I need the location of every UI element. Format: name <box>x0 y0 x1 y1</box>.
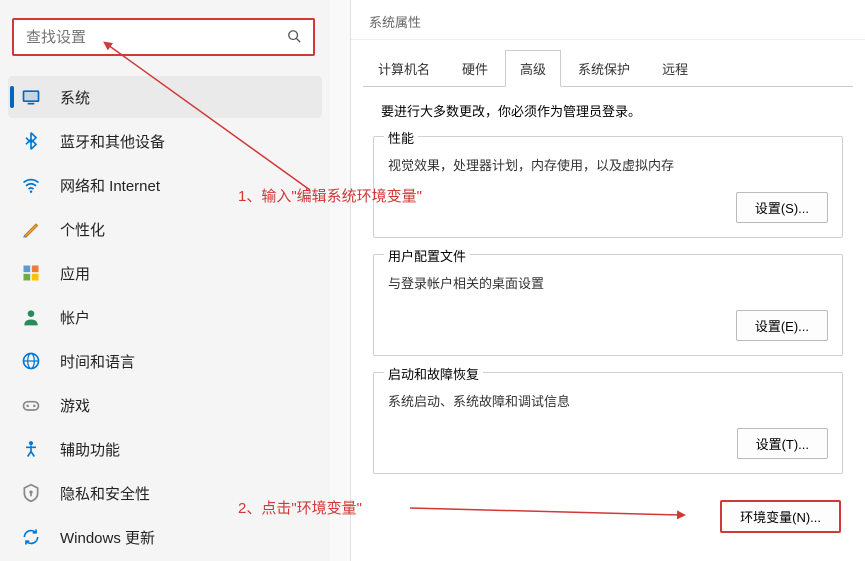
tab-hardware[interactable]: 硬件 <box>447 50 503 87</box>
accessibility-icon <box>20 438 42 460</box>
env-variables-button[interactable]: 环境变量(N)... <box>720 500 841 533</box>
nav-label: 应用 <box>60 263 90 284</box>
nav-label: 隐私和安全性 <box>60 483 150 504</box>
group-title: 性能 <box>384 128 418 147</box>
nav-label: 帐户 <box>60 307 90 328</box>
nav-item-bluetooth[interactable]: 蓝牙和其他设备 <box>8 120 322 162</box>
nav-item-update[interactable]: Windows 更新 <box>8 516 322 558</box>
dialog-title: 系统属性 <box>351 0 865 40</box>
group-title: 用户配置文件 <box>384 246 470 265</box>
startup-group: 启动和故障恢复 系统启动、系统故障和调试信息 设置(T)... <box>373 372 843 474</box>
nav-label: 时间和语言 <box>60 351 135 372</box>
system-icon <box>20 86 42 108</box>
nav-item-system[interactable]: 系统 <box>8 76 322 118</box>
apps-icon <box>20 262 42 284</box>
group-title: 启动和故障恢复 <box>384 364 483 383</box>
tabs: 计算机名 硬件 高级 系统保护 远程 <box>351 40 865 87</box>
settings-sidebar: 系统 蓝牙和其他设备 网络和 Internet 个性化 应用 <box>0 0 330 561</box>
brush-icon <box>20 218 42 240</box>
startup-settings-button[interactable]: 设置(T)... <box>737 428 828 459</box>
nav-label: 辅助功能 <box>60 439 120 460</box>
globe-icon <box>20 350 42 372</box>
nav-item-accounts[interactable]: 帐户 <box>8 296 322 338</box>
bluetooth-icon <box>20 130 42 152</box>
nav-label: 蓝牙和其他设备 <box>60 131 165 152</box>
person-icon <box>20 306 42 328</box>
nav-item-time-language[interactable]: 时间和语言 <box>8 340 322 382</box>
nav-label: 系统 <box>60 87 90 108</box>
tab-system-protection[interactable]: 系统保护 <box>563 50 645 87</box>
dialog-content: 要进行大多数更改，你必须作为管理员登录。 性能 视觉效果，处理器计划，内存使用，… <box>351 87 865 547</box>
nav-item-apps[interactable]: 应用 <box>8 252 322 294</box>
nav-label: Windows 更新 <box>60 527 155 548</box>
nav-item-network[interactable]: 网络和 Internet <box>8 164 322 206</box>
group-desc: 与登录帐户相关的桌面设置 <box>388 273 828 292</box>
wifi-icon <box>20 174 42 196</box>
performance-settings-button[interactable]: 设置(S)... <box>736 192 828 223</box>
tab-computer-name[interactable]: 计算机名 <box>363 50 445 87</box>
shield-icon <box>20 482 42 504</box>
search-icon <box>287 29 301 46</box>
update-icon <box>20 526 42 548</box>
system-properties-dialog: 系统属性 计算机名 硬件 高级 系统保护 远程 要进行大多数更改，你必须作为管理… <box>350 0 865 561</box>
tab-remote[interactable]: 远程 <box>647 50 703 87</box>
gamepad-icon <box>20 394 42 416</box>
nav-item-privacy[interactable]: 隐私和安全性 <box>8 472 322 514</box>
nav-item-personalization[interactable]: 个性化 <box>8 208 322 250</box>
nav-label: 游戏 <box>60 395 90 416</box>
search-input[interactable] <box>26 29 287 46</box>
nav-item-accessibility[interactable]: 辅助功能 <box>8 428 322 470</box>
tab-advanced[interactable]: 高级 <box>505 50 561 87</box>
search-box[interactable] <box>12 18 315 56</box>
userprofile-settings-button[interactable]: 设置(E)... <box>736 310 828 341</box>
group-desc: 系统启动、系统故障和调试信息 <box>388 391 828 410</box>
intro-text: 要进行大多数更改，你必须作为管理员登录。 <box>381 101 843 120</box>
nav-label: 网络和 Internet <box>60 175 160 196</box>
nav-label: 个性化 <box>60 219 105 240</box>
group-desc: 视觉效果，处理器计划，内存使用，以及虚拟内存 <box>388 155 828 174</box>
userprofile-group: 用户配置文件 与登录帐户相关的桌面设置 设置(E)... <box>373 254 843 356</box>
nav-list: 系统 蓝牙和其他设备 网络和 Internet 个性化 应用 <box>0 76 330 558</box>
performance-group: 性能 视觉效果，处理器计划，内存使用，以及虚拟内存 设置(S)... <box>373 136 843 238</box>
nav-item-gaming[interactable]: 游戏 <box>8 384 322 426</box>
